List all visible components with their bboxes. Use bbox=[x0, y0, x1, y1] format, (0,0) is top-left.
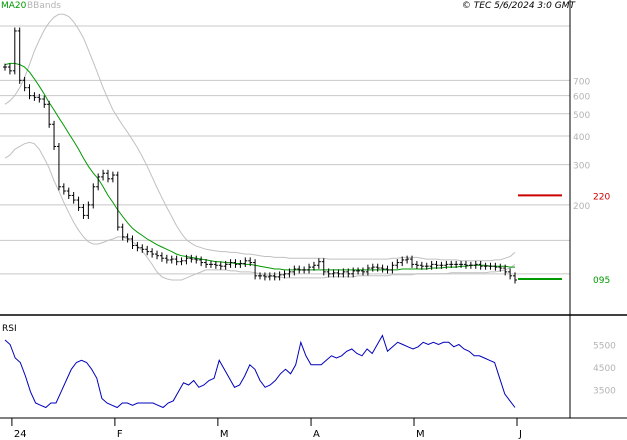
price-bar bbox=[76, 196, 81, 211]
price-bar bbox=[321, 258, 326, 276]
price-bar bbox=[228, 259, 233, 268]
time-axis: 24 F M A M J bbox=[11, 418, 522, 440]
time-tick-label: M bbox=[220, 429, 229, 440]
price-bar bbox=[155, 250, 160, 260]
price-bar bbox=[243, 257, 248, 268]
rsi-tick-label: 5500 bbox=[593, 342, 616, 352]
price-bar bbox=[110, 171, 115, 183]
price-bar bbox=[218, 261, 223, 270]
price-bar bbox=[277, 271, 282, 281]
price-bar bbox=[488, 262, 493, 270]
ma20-line bbox=[4, 62, 515, 271]
stock-chart: 220 095 200 300 400 500 600 700 RSI 3500 4500 55… bbox=[0, 0, 627, 440]
ma20-path bbox=[4, 62, 515, 271]
price-bar bbox=[159, 252, 164, 262]
price-bar bbox=[22, 76, 27, 92]
price-bar bbox=[71, 192, 76, 204]
price-bar bbox=[414, 260, 419, 269]
price-bar bbox=[150, 248, 155, 258]
price-bar bbox=[483, 262, 488, 270]
time-tick-label: 24 bbox=[14, 429, 27, 440]
copyright-icon: © bbox=[461, 1, 471, 11]
rsi-tick-label: 4500 bbox=[593, 364, 616, 374]
bbands-legend: BBands bbox=[27, 1, 61, 11]
price-bar bbox=[61, 183, 66, 195]
price-tick-label: 600 bbox=[573, 93, 590, 103]
price-bar bbox=[145, 245, 150, 256]
price-bar bbox=[164, 254, 169, 264]
price-tick-label: 400 bbox=[573, 133, 590, 143]
price-bar bbox=[316, 258, 321, 269]
price-bar bbox=[390, 261, 395, 274]
price-bar bbox=[380, 264, 385, 273]
price-bar bbox=[105, 169, 110, 183]
price-tick-label: 500 bbox=[573, 111, 590, 121]
price-bar bbox=[468, 261, 473, 269]
price-bar bbox=[493, 262, 498, 271]
price-bar bbox=[115, 171, 120, 231]
price-bar bbox=[463, 260, 468, 269]
price-bar bbox=[395, 259, 400, 269]
price-bars bbox=[3, 27, 517, 284]
rsi-panel: RSI 3500 4500 5500 bbox=[2, 324, 616, 409]
price-levels: 220 095 bbox=[518, 192, 610, 286]
price-bar bbox=[101, 169, 106, 181]
price-bar bbox=[56, 143, 61, 191]
price-axis-labels: 200 300 400 500 600 700 bbox=[573, 77, 590, 212]
price-bar bbox=[370, 263, 375, 272]
price-bar bbox=[12, 27, 17, 75]
price-bar bbox=[302, 266, 307, 274]
price-tick-label: 300 bbox=[573, 162, 590, 172]
ma20-legend: MA20 bbox=[1, 1, 27, 11]
price-bar bbox=[169, 255, 174, 264]
rsi-title: RSI bbox=[2, 324, 17, 334]
copyright-text: TEC 5/6/2024 3:0 GMT bbox=[473, 1, 575, 11]
price-bar bbox=[189, 254, 194, 263]
bband-upper bbox=[4, 13, 516, 262]
price-bar bbox=[52, 120, 57, 150]
price-bar bbox=[375, 263, 380, 272]
price-bar bbox=[32, 92, 37, 101]
price-bar bbox=[140, 244, 145, 253]
price-bar bbox=[81, 204, 86, 219]
price-bar bbox=[351, 267, 356, 278]
price-bar bbox=[405, 255, 410, 264]
price-bar bbox=[27, 84, 32, 100]
level-label: 095 bbox=[593, 276, 610, 286]
chart-frame bbox=[0, 0, 627, 419]
price-bar bbox=[194, 255, 199, 264]
time-tick-label: M bbox=[416, 429, 425, 440]
price-bar bbox=[86, 201, 91, 219]
copyright-notice: © TEC 5/6/2024 3:0 GMT bbox=[462, 0, 575, 12]
price-grid bbox=[0, 25, 570, 275]
price-tick-label: 700 bbox=[573, 77, 590, 87]
price-bar bbox=[7, 63, 12, 75]
price-bar bbox=[208, 260, 213, 268]
level-label: 220 bbox=[593, 192, 610, 202]
price-bar bbox=[66, 187, 71, 199]
rsi-line bbox=[4, 334, 516, 409]
time-tick-label: F bbox=[117, 429, 123, 440]
price-bar bbox=[174, 255, 179, 266]
price-bar bbox=[179, 257, 184, 266]
price-bar bbox=[17, 27, 22, 84]
price-bar bbox=[307, 263, 312, 274]
time-tick-label: A bbox=[313, 429, 320, 440]
price-bar bbox=[311, 261, 316, 271]
price-tick-label: 200 bbox=[573, 202, 590, 212]
price-bar bbox=[253, 259, 258, 280]
rsi-tick-label: 3500 bbox=[593, 387, 616, 397]
price-bar bbox=[199, 256, 204, 267]
time-tick-label: J bbox=[518, 429, 522, 440]
